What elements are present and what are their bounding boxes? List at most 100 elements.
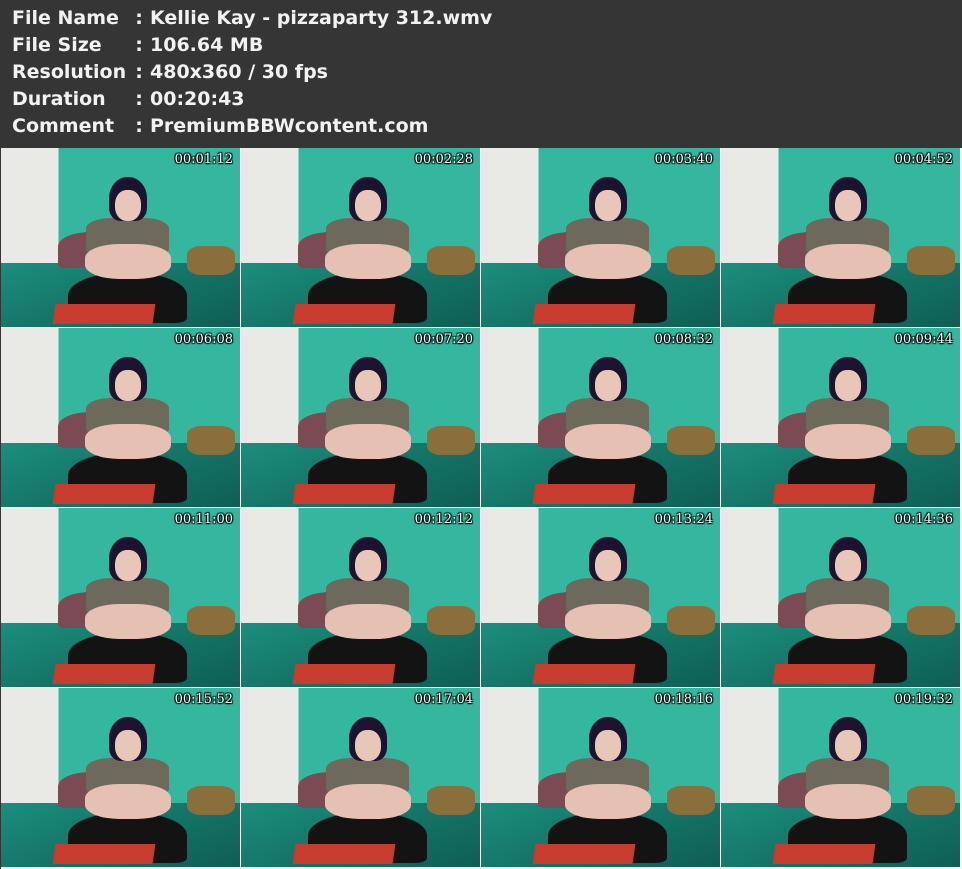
thumbnail-pillow	[427, 246, 476, 276]
thumbnail-pizza-box	[52, 483, 156, 504]
file-name-value: Kellie Kay - pizzaparty 312.wmv	[150, 7, 493, 29]
thumbnail-person	[307, 716, 428, 864]
thumbnail-figure-part	[564, 424, 651, 460]
thumbnail-figure-part	[324, 244, 411, 280]
thumbnail-figure-part	[84, 424, 171, 460]
thumbnail-figure-part	[834, 729, 861, 761]
thumbnail-person	[67, 356, 188, 504]
thumbnail-pizza-box	[532, 843, 636, 864]
thumbnail-pillow	[667, 426, 716, 456]
thumbnail-timestamp: 00:11:00	[174, 512, 233, 527]
thumbnail-pillow	[427, 426, 476, 456]
thumbnail-pillow	[187, 786, 236, 816]
video-thumbnail[interactable]: 00:07:20	[241, 328, 480, 507]
file-size-label: File Size	[12, 34, 102, 56]
video-thumbnail[interactable]: 00:03:40	[481, 148, 720, 327]
thumbnail-timestamp: 00:03:40	[654, 152, 713, 167]
thumbnail-pillow	[667, 246, 716, 276]
duration-value: 00:20:43	[150, 88, 245, 110]
thumbnail-person	[67, 716, 188, 864]
resolution-value: 480x360 / 30 fps	[150, 61, 328, 83]
thumbnail-figure-part	[324, 424, 411, 460]
thumbnail-person	[547, 356, 668, 504]
thumbnail-timestamp: 00:01:12	[174, 152, 233, 167]
thumbnail-timestamp: 00:08:32	[654, 332, 713, 347]
thumbnail-figure-part	[114, 189, 141, 221]
thumbnail-person	[787, 356, 908, 504]
thumbnail-figure-part	[84, 784, 171, 820]
thumbnail-figure-part	[354, 729, 381, 761]
video-thumbnail[interactable]: 00:09:44	[721, 328, 960, 507]
thumbnail-pillow	[907, 786, 956, 816]
file-size-value: 106.64 MB	[150, 34, 264, 56]
video-thumbnail[interactable]: 00:11:00	[1, 508, 240, 687]
thumbnail-timestamp: 00:18:16	[654, 692, 713, 707]
thumbnail-timestamp: 00:13:24	[654, 512, 713, 527]
thumbnail-person	[547, 716, 668, 864]
thumbnail-figure-part	[84, 244, 171, 280]
video-thumbnail[interactable]: 00:01:12	[1, 148, 240, 327]
thumbnail-grid: 00:01:12 00:02:28 00:03:40 00:04:52 00:06:08…	[1, 148, 962, 869]
thumbnail-pizza-box	[52, 303, 156, 324]
thumbnail-timestamp: 00:04:52	[894, 152, 953, 167]
thumbnail-figure-part	[804, 424, 891, 460]
video-thumbnail[interactable]: 00:17:04	[241, 688, 480, 867]
video-thumbnail[interactable]: 00:15:52	[1, 688, 240, 867]
thumbnail-pizza-box	[772, 663, 876, 684]
thumbnail-pillow	[427, 606, 476, 636]
thumbnail-figure-part	[564, 604, 651, 640]
resolution-separator: :	[135, 61, 143, 83]
thumbnail-person	[547, 536, 668, 684]
file-size-separator: :	[135, 34, 143, 56]
thumbnail-pillow	[667, 606, 716, 636]
video-thumbnail[interactable]: 00:14:36	[721, 508, 960, 687]
thumbnail-figure-part	[834, 549, 861, 581]
thumbnail-figure-part	[594, 549, 621, 581]
thumbnail-figure-part	[804, 244, 891, 280]
thumbnail-figure-part	[834, 369, 861, 401]
thumbnail-pizza-box	[52, 843, 156, 864]
video-thumbnail[interactable]: 00:19:32	[721, 688, 960, 867]
thumbnail-pillow	[187, 606, 236, 636]
thumbnail-pillow	[427, 786, 476, 816]
thumbnail-figure-part	[354, 549, 381, 581]
thumbnail-timestamp: 00:15:52	[174, 692, 233, 707]
thumbnail-figure-part	[564, 244, 651, 280]
thumbnail-person	[307, 176, 428, 324]
thumbnail-pizza-box	[772, 303, 876, 324]
thumbnail-pizza-box	[292, 483, 396, 504]
thumbnail-pillow	[907, 246, 956, 276]
thumbnail-figure-part	[564, 784, 651, 820]
thumbnail-figure-part	[804, 784, 891, 820]
thumbnail-figure-part	[114, 729, 141, 761]
thumbnail-person	[307, 536, 428, 684]
thumbnail-figure-part	[594, 729, 621, 761]
thumbnail-figure-part	[594, 189, 621, 221]
file-name-label: File Name	[12, 7, 119, 29]
thumbnail-pillow	[907, 606, 956, 636]
thumbnail-figure-part	[594, 369, 621, 401]
video-thumbnail[interactable]: 00:12:12	[241, 508, 480, 687]
video-thumbnail[interactable]: 00:02:28	[241, 148, 480, 327]
thumbnail-pizza-box	[292, 843, 396, 864]
thumbnail-pillow	[187, 426, 236, 456]
video-thumbnail[interactable]: 00:04:52	[721, 148, 960, 327]
thumbnail-timestamp: 00:06:08	[174, 332, 233, 347]
video-thumbnail[interactable]: 00:08:32	[481, 328, 720, 507]
video-thumbnail[interactable]: 00:06:08	[1, 328, 240, 507]
thumbnail-pizza-box	[532, 303, 636, 324]
thumbnail-pizza-box	[292, 663, 396, 684]
comment-value: PremiumBBWcontent.com	[150, 115, 429, 137]
video-thumbnail[interactable]: 00:13:24	[481, 508, 720, 687]
thumbnail-pizza-box	[772, 483, 876, 504]
thumbnail-figure-part	[354, 369, 381, 401]
thumbnail-timestamp: 00:14:36	[894, 512, 953, 527]
thumbnail-pillow	[907, 426, 956, 456]
video-thumbnail[interactable]: 00:18:16	[481, 688, 720, 867]
thumbnail-figure-part	[324, 784, 411, 820]
thumbnail-person	[67, 536, 188, 684]
thumbnail-pizza-box	[532, 663, 636, 684]
thumbnail-figure-part	[324, 604, 411, 640]
thumbnail-figure-part	[804, 604, 891, 640]
thumbnail-person	[307, 356, 428, 504]
